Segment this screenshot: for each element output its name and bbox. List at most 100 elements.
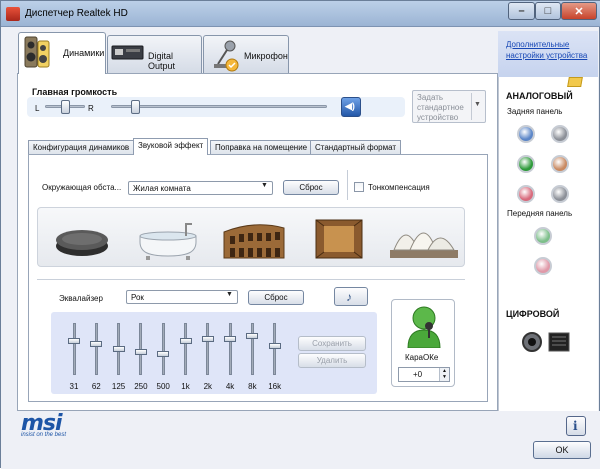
maximize-icon: □ xyxy=(544,5,552,17)
eq-slider-track[interactable] xyxy=(206,323,210,375)
equalizer-label: Эквалайзер xyxy=(59,294,103,303)
karaoke-value: +0 xyxy=(413,370,423,379)
audio-jack-icon[interactable] xyxy=(534,227,552,245)
ok-button[interactable]: OK xyxy=(533,441,591,459)
guitar-icon[interactable] xyxy=(334,287,368,306)
digital-output-icon xyxy=(111,45,144,60)
maximize-button[interactable]: □ xyxy=(535,2,561,20)
eq-slider-thumb[interactable] xyxy=(112,346,125,352)
tab-sound-effect[interactable]: Звуковой эффект xyxy=(133,138,209,155)
speakers-icon xyxy=(24,36,50,68)
audio-jack-icon[interactable] xyxy=(517,125,535,143)
balance-left-label: L xyxy=(35,104,40,113)
loudness-label: Тонкомпенсация xyxy=(368,183,430,192)
loudness-checkbox[interactable] xyxy=(354,182,364,192)
audio-jack-icon[interactable] xyxy=(551,125,569,143)
eq-slider-track[interactable] xyxy=(161,323,165,375)
speaker-app-icon xyxy=(6,7,20,21)
advanced-settings-link[interactable]: Дополнительные настройки устройства xyxy=(506,39,594,61)
audio-jack-icon[interactable] xyxy=(517,185,535,203)
close-button[interactable]: ✕ xyxy=(561,2,597,20)
eq-slider-thumb[interactable] xyxy=(90,340,103,347)
microphone-icon xyxy=(214,40,239,72)
eq-slider-track[interactable] xyxy=(94,323,98,375)
eq-frequency-label: 2k xyxy=(203,382,213,391)
eq-frequency-label: 250 xyxy=(134,382,148,391)
eq-slider-thumb[interactable] xyxy=(179,338,192,345)
eq-frequency-label: 500 xyxy=(156,382,170,391)
chevron-down-icon xyxy=(259,182,271,193)
save-button[interactable]: Сохранить xyxy=(298,336,366,351)
folder-icon[interactable] xyxy=(567,77,583,87)
audio-jack-icon[interactable] xyxy=(534,257,552,275)
eq-slider-thumb[interactable] xyxy=(201,335,214,342)
rear-panel-label: Задняя панель xyxy=(507,107,563,116)
audio-jack-icon[interactable] xyxy=(551,155,569,173)
equalizer-preset-value: Рок xyxy=(131,293,144,302)
divider xyxy=(347,170,348,200)
volume-slider-track[interactable] xyxy=(111,105,327,108)
opera-house-icon[interactable] xyxy=(388,212,460,264)
eq-frequency-label: 4k xyxy=(225,382,235,391)
stone-disc-icon[interactable] xyxy=(46,212,118,264)
karaoke-singer-icon xyxy=(407,306,441,348)
connector-panel xyxy=(498,31,598,411)
bathtub-icon[interactable] xyxy=(132,212,204,264)
analog-title: АНАЛОГОВЫЙ xyxy=(506,91,573,101)
eq-frequency-label: 8k xyxy=(248,382,257,391)
spinner-arrows-icon[interactable]: ▲ ▼ xyxy=(439,368,449,381)
eq-slider-thumb[interactable] xyxy=(268,343,281,350)
window-title: Диспетчер Realtek HD xyxy=(25,8,128,19)
karaoke-label: КараОКе xyxy=(405,353,439,362)
eq-slider-thumb[interactable] xyxy=(224,335,237,342)
environment-select[interactable]: Жилая комната xyxy=(128,181,273,195)
eq-slider-thumb[interactable] xyxy=(134,348,147,355)
eq-slider-track[interactable] xyxy=(72,323,76,375)
default-device-dropdown[interactable]: Задать стандартное устройство xyxy=(412,90,486,123)
divider xyxy=(37,279,465,280)
eq-slider-thumb[interactable] xyxy=(246,333,259,339)
eq-slider-track[interactable] xyxy=(250,323,254,375)
eq-slider-thumb[interactable] xyxy=(68,338,80,345)
environment-value: Жилая комната xyxy=(133,184,191,193)
environment-label: Окружающая обста... xyxy=(42,183,122,192)
chevron-down-icon xyxy=(224,291,236,302)
wooden-room-icon[interactable] xyxy=(304,212,376,264)
audio-jack-icon[interactable] xyxy=(517,155,535,173)
tab-speakers[interactable]: Динамики xyxy=(18,32,106,74)
minimize-icon: – xyxy=(518,5,525,17)
equalizer-reset-button[interactable]: Сброс xyxy=(248,290,304,305)
eq-frequency-label: 1k xyxy=(181,382,190,391)
info-button[interactable] xyxy=(566,416,586,436)
environment-reset-button[interactable]: Сброс xyxy=(283,180,339,195)
eq-slider-track[interactable] xyxy=(184,323,187,375)
eq-frequency-label: 16k xyxy=(268,382,282,391)
balance-slider-thumb[interactable] xyxy=(61,100,70,114)
colosseum-icon[interactable] xyxy=(218,212,290,264)
audio-jack-icon[interactable] xyxy=(551,185,569,203)
digital-title: ЦИФРОВОЙ xyxy=(506,309,560,319)
eq-frequency-label: 31 xyxy=(69,382,79,391)
master-volume-title: Главная громкость xyxy=(32,87,118,97)
tab-speaker-config[interactable]: Конфигурация динамиков xyxy=(28,140,135,155)
tab-digital-output[interactable]: Digital Output xyxy=(107,35,202,74)
tab-digital-output-label: Digital Output xyxy=(148,51,176,71)
tab-microphone[interactable]: Микрофон xyxy=(203,35,289,74)
eq-slider-thumb[interactable] xyxy=(157,351,170,358)
karaoke-stepper[interactable]: +0 ▲ ▼ xyxy=(398,367,450,382)
optical-connector-icon[interactable] xyxy=(520,331,544,353)
environment-presets xyxy=(37,207,465,267)
realtek-window: Диспетчер Realtek HD – □ ✕ Динамики Digi… xyxy=(0,0,600,469)
coaxial-connector-icon[interactable] xyxy=(547,331,571,353)
balance-right-label: R xyxy=(88,104,94,113)
delete-button[interactable]: Удалить xyxy=(298,353,366,368)
minimize-button[interactable]: – xyxy=(508,2,535,20)
eq-frequency-label: 125 xyxy=(111,382,126,391)
tab-microphone-label: Микрофон xyxy=(244,51,288,61)
eq-slider-track[interactable] xyxy=(228,323,232,375)
tab-room-correction[interactable]: Поправка на помещение xyxy=(210,140,313,155)
tab-default-format[interactable]: Стандартный формат xyxy=(310,140,402,155)
equalizer-preset-select[interactable]: Рок xyxy=(126,290,238,304)
volume-slider-thumb[interactable] xyxy=(130,100,140,114)
mute-button[interactable] xyxy=(341,97,361,117)
